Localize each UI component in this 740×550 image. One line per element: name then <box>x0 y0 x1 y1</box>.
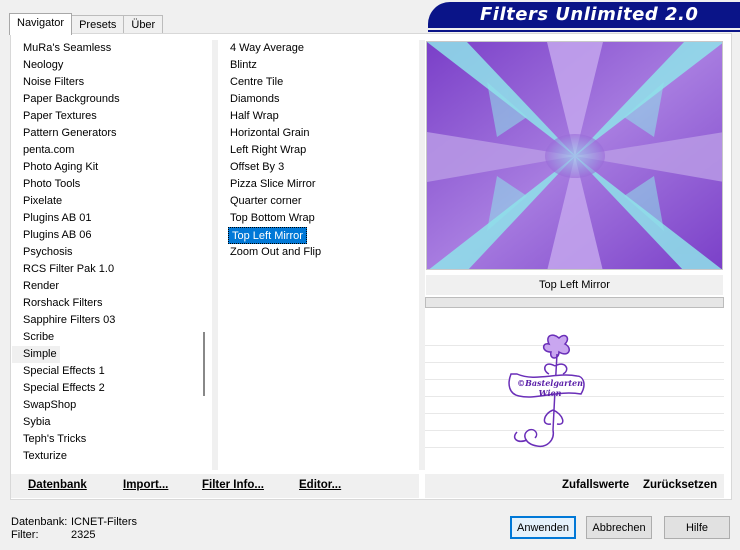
category-item[interactable]: Pattern Generators <box>12 125 212 142</box>
filter-item[interactable]: Centre Tile <box>219 74 417 91</box>
tab-ueber[interactable]: Über <box>123 15 164 34</box>
category-item[interactable]: Noise Filters <box>12 74 212 91</box>
filter-item[interactable]: Left Right Wrap <box>219 142 417 159</box>
scrollbar-thumb[interactable] <box>203 332 205 396</box>
filter-info-button[interactable]: Filter Info... <box>202 479 264 491</box>
app-banner: Filters Unlimited 2.0 <box>428 2 740 28</box>
tab-navigator[interactable]: Navigator <box>9 13 73 35</box>
progress-bar <box>425 297 724 308</box>
filter-row[interactable]: Top Bottom Wrap <box>219 210 417 227</box>
filter-row[interactable]: Left Right Wrap <box>219 142 417 159</box>
bottom-toolbar-left: Datenbank Import... Filter Info... Edito… <box>11 474 419 498</box>
filter-item[interactable]: Top Bottom Wrap <box>219 210 417 227</box>
filter-row[interactable]: Diamonds <box>219 91 417 108</box>
watermark-line2: Wien <box>538 388 562 398</box>
category-item[interactable]: Scribe <box>12 329 212 346</box>
filter-item[interactable]: Quarter corner <box>219 193 417 210</box>
category-item[interactable]: Paper Backgrounds <box>12 91 212 108</box>
watermark-text: ©Bastelgarten Wien <box>505 378 595 398</box>
help-button[interactable]: Hilfe <box>664 516 730 539</box>
category-item[interactable]: Plugins AB 01 <box>12 210 212 227</box>
category-scrollbar[interactable] <box>196 40 212 470</box>
zuruecksetzen-button[interactable]: Zurücksetzen <box>643 479 717 491</box>
category-item[interactable]: Render <box>12 278 212 295</box>
cancel-button[interactable]: Abbrechen <box>586 516 652 539</box>
category-item[interactable]: Pixelate <box>12 193 212 210</box>
filter-row[interactable]: Horizontal Grain <box>219 125 417 142</box>
filter-row[interactable]: Quarter corner <box>219 193 417 210</box>
filter-row[interactable]: Pizza Slice Mirror <box>219 176 417 193</box>
filter-row[interactable]: Top Left Mirror <box>219 227 417 244</box>
filter-item[interactable]: Horizontal Grain <box>219 125 417 142</box>
category-item[interactable]: SwapShop <box>12 397 212 414</box>
filter-row[interactable]: Zoom Out and Flip <box>219 244 417 261</box>
category-item[interactable]: Neology <box>12 57 212 74</box>
status-filter-value: 2325 <box>71 529 96 541</box>
category-item[interactable]: Special Effects 2 <box>12 380 212 397</box>
filter-row[interactable]: Blintz <box>219 57 417 74</box>
import-button[interactable]: Import... <box>123 479 168 491</box>
filter-preview-image <box>426 41 723 270</box>
filter-item[interactable]: Zoom Out and Flip <box>219 244 417 261</box>
category-item[interactable]: Simple <box>12 346 60 363</box>
filter-item[interactable]: Diamonds <box>219 91 417 108</box>
category-item[interactable]: Photo Tools <box>12 176 212 193</box>
category-item[interactable]: Plugins AB 06 <box>12 227 212 244</box>
kaleidoscope-pattern <box>427 42 722 269</box>
tab-bar: Navigator Presets Über <box>9 13 164 35</box>
status-db-value: ICNET-Filters <box>71 516 137 528</box>
tab-presets[interactable]: Presets <box>71 15 125 34</box>
watermark-line1: ©Bastelgarten <box>517 378 583 388</box>
list-divider <box>212 40 218 470</box>
category-item[interactable]: Teph's Tricks <box>12 431 212 448</box>
apply-button[interactable]: Anwenden <box>510 516 576 539</box>
editor-button[interactable]: Editor... <box>299 479 341 491</box>
filter-item[interactable]: Top Left Mirror <box>228 227 307 244</box>
category-item[interactable]: RCS Filter Pak 1.0 <box>12 261 212 278</box>
category-item[interactable]: Paper Textures <box>12 108 212 125</box>
filter-item[interactable]: Blintz <box>219 57 417 74</box>
category-item[interactable]: Rorshack Filters <box>12 295 212 312</box>
category-list[interactable]: MuRa's Seamless Neology Noise Filters Paper… <box>12 40 212 470</box>
filter-row[interactable]: Centre Tile <box>219 74 417 91</box>
category-item[interactable]: Texturize <box>12 448 212 465</box>
status-filter-count: Filter: 2325 <box>11 529 95 541</box>
status-db-label: Datenbank: <box>11 516 68 528</box>
preview-filter-name: Top Left Mirror <box>426 275 723 295</box>
status-database: Datenbank: ICNET-Filters <box>11 516 137 528</box>
category-item[interactable]: MuRa's Seamless <box>12 40 212 57</box>
filter-list[interactable]: 4 Way Average Blintz Centre Tile Diamonds Ha… <box>219 40 417 470</box>
banner-underline <box>428 30 740 32</box>
parameter-area: ©Bastelgarten Wien <box>425 328 724 471</box>
category-item[interactable]: Special Effects 1 <box>12 363 212 380</box>
category-item[interactable]: Photo Aging Kit <box>12 159 212 176</box>
filter-item[interactable]: Pizza Slice Mirror <box>219 176 417 193</box>
filter-item[interactable]: Offset By 3 <box>219 159 417 176</box>
filter-row[interactable]: Half Wrap <box>219 108 417 125</box>
filter-item[interactable]: 4 Way Average <box>219 40 417 57</box>
bottom-toolbar-right: Zufallswerte Zurücksetzen <box>425 474 724 498</box>
category-item[interactable]: Sybia <box>12 414 212 431</box>
category-item[interactable]: Sapphire Filters 03 <box>12 312 212 329</box>
zufallswerte-button[interactable]: Zufallswerte <box>562 479 629 491</box>
datenbank-button[interactable]: Datenbank <box>28 479 87 491</box>
category-item[interactable]: penta.com <box>12 142 212 159</box>
status-filter-label: Filter: <box>11 529 39 541</box>
category-item[interactable]: Psychosis <box>12 244 212 261</box>
filter-row[interactable]: 4 Way Average <box>219 40 417 57</box>
app-title: Filters Unlimited 2.0 <box>480 4 699 25</box>
filter-item[interactable]: Half Wrap <box>219 108 417 125</box>
filter-row[interactable]: Offset By 3 <box>219 159 417 176</box>
